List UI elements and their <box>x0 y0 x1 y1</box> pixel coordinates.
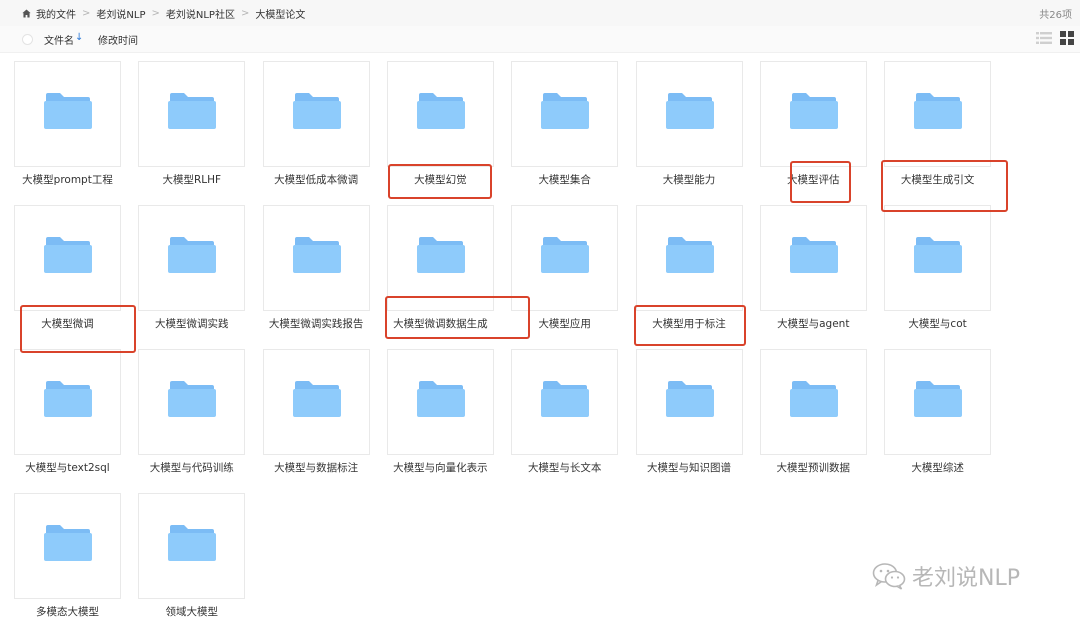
folder-icon <box>168 381 217 417</box>
folder-tile[interactable] <box>138 493 246 599</box>
folder-icon <box>168 237 217 273</box>
folder-name[interactable]: 大模型低成本微调 <box>254 172 378 187</box>
folder-tile[interactable] <box>759 349 867 455</box>
breadcrumb-community[interactable]: 老刘说NLP社区 <box>166 6 235 21</box>
folder-tile[interactable] <box>635 61 743 167</box>
folder-tile[interactable] <box>386 61 494 167</box>
folder-tile[interactable] <box>14 493 121 599</box>
folder-tile[interactable] <box>138 205 246 311</box>
folder-tile[interactable] <box>759 205 867 311</box>
folder-icon <box>44 93 92 129</box>
folder-icon <box>789 93 838 129</box>
folder-name[interactable]: 大模型RLHF <box>130 172 254 187</box>
folder-icon <box>914 381 963 417</box>
folder-name[interactable]: 大模型与agent <box>751 316 875 331</box>
folder-name[interactable]: 大模型微调实践 <box>130 316 254 331</box>
folder-name[interactable]: 大模型预训数据 <box>751 460 875 475</box>
sort-by-modified-time[interactable]: 修改时间 <box>98 32 138 47</box>
folder-tile[interactable] <box>262 349 370 455</box>
folder-icon <box>292 237 341 273</box>
folder-name[interactable]: 大模型与知识图谱 <box>627 460 751 475</box>
folder-icon <box>789 237 838 273</box>
select-all-checkbox[interactable] <box>22 34 33 45</box>
list-view-icon[interactable] <box>1036 31 1052 45</box>
folder-icon <box>541 237 590 273</box>
breadcrumb-my-files[interactable]: 我的文件 <box>36 6 76 21</box>
folder-name[interactable]: 大模型与text2sql <box>6 460 130 475</box>
folder-name[interactable]: 大模型与长文本 <box>503 460 627 475</box>
breadcrumb-bar: 我的文件 > 老刘说NLP > 老刘说NLP社区 > 大模型论文 共26项 <box>0 0 1080 26</box>
breadcrumb-current-folder: 大模型论文 <box>255 10 306 21</box>
folder-icon <box>416 93 465 129</box>
folder-icon <box>789 381 838 417</box>
folder-tile[interactable] <box>14 349 121 455</box>
sort-by-name[interactable]: 文件名 <box>44 32 74 47</box>
folder-tile[interactable] <box>759 61 867 167</box>
folder-name[interactable]: 大模型能力 <box>627 172 751 187</box>
folder-icon <box>541 381 590 417</box>
folder-tile[interactable] <box>511 61 619 167</box>
folder-tile[interactable] <box>14 205 121 311</box>
folder-name[interactable]: 大模型集合 <box>503 172 627 187</box>
grid-view-icon[interactable] <box>1060 31 1074 45</box>
folder-icon <box>914 237 963 273</box>
breadcrumb: 我的文件 > 老刘说NLP > 老刘说NLP社区 > 大模型论文 <box>22 6 305 21</box>
breadcrumb-separator: > <box>240 8 250 19</box>
folder-name[interactable]: 大模型与数据标注 <box>254 460 378 475</box>
folder-tile[interactable] <box>14 61 121 167</box>
folder-tile[interactable] <box>635 349 743 455</box>
folder-icon <box>44 381 92 417</box>
folder-name[interactable]: 大模型prompt工程 <box>6 172 130 187</box>
folder-name[interactable]: 大模型与向量化表示 <box>378 460 502 475</box>
sort-down-arrow-icon[interactable]: ↓ <box>75 32 83 43</box>
home-icon[interactable] <box>22 9 31 18</box>
highlight-box <box>20 305 136 353</box>
folder-tile[interactable] <box>262 205 370 311</box>
folder-tile[interactable] <box>884 205 992 311</box>
folder-name[interactable]: 多模态大模型 <box>6 604 130 619</box>
folder-icon <box>665 93 714 129</box>
highlight-box <box>790 161 851 203</box>
folder-icon <box>541 93 590 129</box>
wechat-icon <box>872 563 906 590</box>
folder-icon <box>168 525 217 561</box>
highlight-box <box>385 296 530 339</box>
folder-tile[interactable] <box>138 61 246 167</box>
highlight-box <box>388 164 492 199</box>
breadcrumb-separator: > <box>82 8 91 19</box>
folder-name[interactable]: 大模型与cot <box>876 316 1000 331</box>
folder-tile[interactable] <box>138 349 246 455</box>
folder-icon <box>665 237 714 273</box>
folder-tile[interactable] <box>386 349 494 455</box>
folder-tile[interactable] <box>262 61 370 167</box>
sort-bar: 文件名 ↓ 修改时间 <box>0 26 1080 53</box>
folder-name[interactable]: 领域大模型 <box>130 604 254 619</box>
folder-tile[interactable] <box>884 61 992 167</box>
folder-name[interactable]: 大模型与代码训练 <box>130 460 254 475</box>
breadcrumb-laoliu-nlp[interactable]: 老刘说NLP <box>96 6 145 21</box>
item-count: 共26项 <box>1039 10 1072 21</box>
folder-icon <box>292 381 341 417</box>
folder-tile[interactable] <box>884 349 992 455</box>
highlight-box <box>634 305 746 346</box>
folder-icon <box>44 525 92 561</box>
breadcrumb-separator: > <box>151 8 160 19</box>
folder-icon <box>416 381 465 417</box>
folder-icon <box>416 237 465 273</box>
folder-icon <box>914 93 963 129</box>
folder-tile[interactable] <box>635 205 743 311</box>
folder-icon <box>168 93 217 129</box>
folder-icon <box>665 381 714 417</box>
folder-name[interactable]: 大模型微调实践报告 <box>254 316 378 331</box>
folder-icon <box>44 237 92 273</box>
watermark-text: 老刘说NLP <box>912 566 1020 591</box>
folder-tile[interactable] <box>511 349 619 455</box>
folder-name[interactable]: 大模型综述 <box>876 460 1000 475</box>
folder-icon <box>292 93 341 129</box>
highlight-box <box>881 160 1008 212</box>
watermark: 老刘说NLP <box>872 560 1020 592</box>
